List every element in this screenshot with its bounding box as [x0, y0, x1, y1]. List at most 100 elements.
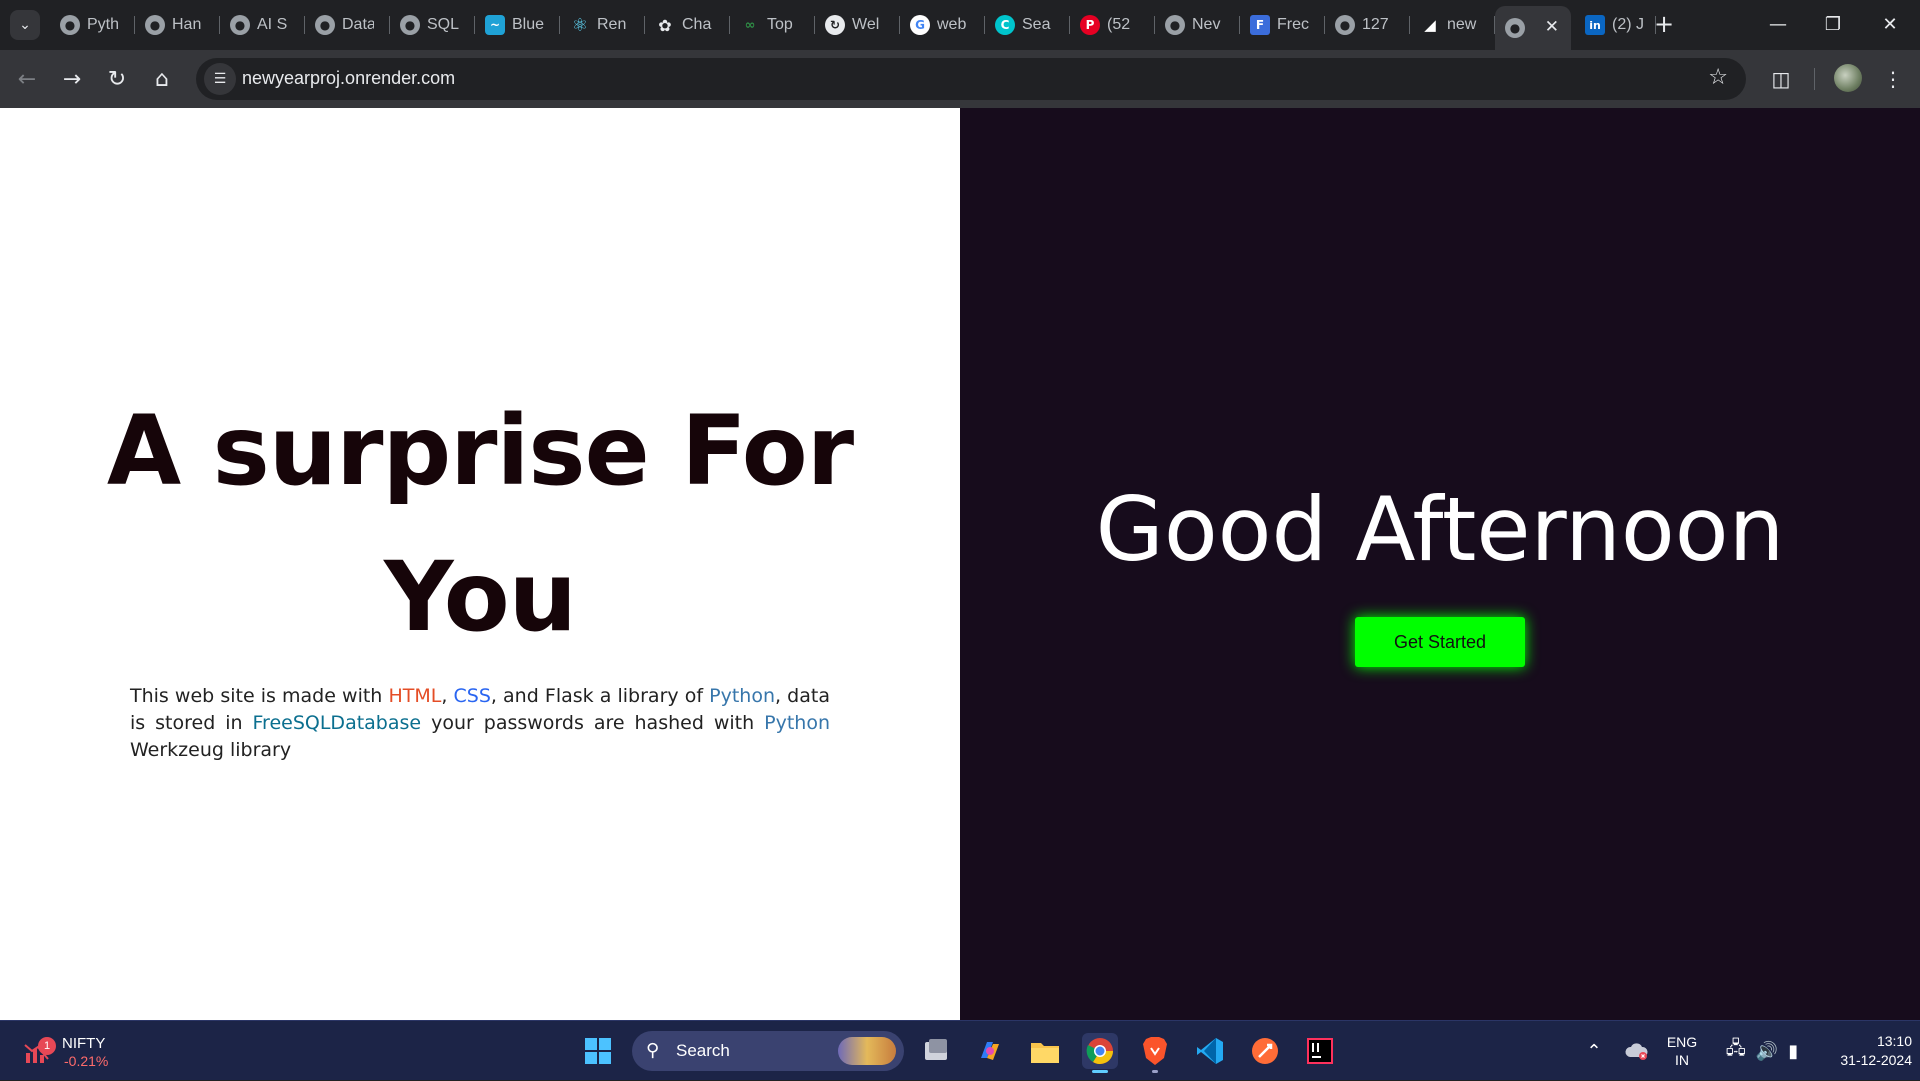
language-code: ENG	[1666, 1034, 1698, 1050]
globe-icon: ●	[1165, 15, 1185, 35]
back-button[interactable]: ←	[10, 62, 44, 96]
minimize-icon: —	[1769, 13, 1787, 35]
description-part: , and Flask a library of	[490, 685, 710, 707]
browser-toolbar: ← → ↻ ⌂ ☰ newyearproj.onrender.com ☆ ◫ ⋮	[0, 50, 1920, 108]
language-indicator[interactable]: ENG IN	[1660, 1021, 1704, 1081]
reload-icon: ↻	[107, 66, 127, 92]
google-icon: G	[910, 15, 930, 35]
search-label: Search	[676, 1041, 730, 1060]
globe-icon: ●	[1335, 15, 1355, 35]
tab[interactable]: ✿ Cha	[645, 6, 730, 44]
description-part: your passwords are hashed with	[421, 712, 765, 734]
home-button[interactable]: ⌂	[145, 62, 179, 96]
menu-button[interactable]: ⋮	[1876, 62, 1910, 96]
task-view-button[interactable]	[918, 1033, 954, 1069]
extensions-button[interactable]: ◫	[1764, 62, 1798, 96]
tab[interactable]: F Frec	[1240, 6, 1325, 44]
notification-badge: 1	[38, 1037, 56, 1055]
arrow-left-icon: ←	[17, 66, 37, 92]
tune-icon: ☰	[213, 71, 227, 87]
new-tab-button[interactable]: +	[1650, 10, 1678, 38]
chevron-up-icon: ⌃	[1586, 1040, 1602, 1061]
pinterest-icon: P	[1080, 15, 1100, 35]
postman-icon	[1252, 1038, 1278, 1064]
home-icon: ⌂	[155, 66, 169, 92]
form-icon: F	[1250, 15, 1270, 35]
taskbar-search[interactable]: ⚲ Search	[632, 1031, 904, 1071]
minimize-button[interactable]: —	[1758, 8, 1798, 40]
clock-date: 31-12-2024	[1840, 1052, 1912, 1068]
bookmark-star-icon[interactable]: ☆	[1708, 65, 1728, 90]
close-icon[interactable]: ✕	[1545, 17, 1559, 37]
close-window-button[interactable]: ✕	[1870, 8, 1910, 40]
toolbar-divider	[1814, 68, 1815, 90]
tab-search-button[interactable]: ⌄	[10, 10, 40, 40]
canva-icon: C	[995, 15, 1015, 35]
linkedin-icon: in	[1585, 15, 1605, 35]
globe-icon: ●	[315, 15, 335, 35]
tab[interactable]: ● AI S	[220, 6, 305, 44]
stock-widget[interactable]: 1 NIFTY -0.21%	[24, 1031, 144, 1071]
description-text: This web site is made with HTML, CSS, an…	[130, 683, 830, 764]
taskbar: 1 NIFTY -0.21% ⚲ Search ⌃ ENG IN 🖧 🔊 ▮ 1…	[0, 1020, 1920, 1080]
start-button[interactable]	[580, 1033, 616, 1069]
tab[interactable]: ● Data	[305, 6, 390, 44]
quick-settings[interactable]: 🖧 🔊 ▮	[1714, 1021, 1810, 1081]
tab[interactable]: ● SQL	[390, 6, 475, 44]
freesqldatabase-link[interactable]: FreeSQLDatabase	[253, 712, 422, 734]
css-link[interactable]: CSS	[454, 685, 491, 707]
onedrive-status[interactable]	[1622, 1021, 1652, 1081]
clock-time: 13:10	[1876, 1033, 1912, 1049]
tab[interactable]: Gweb	[900, 6, 985, 44]
globe-icon: ●	[60, 15, 80, 35]
intellij-button[interactable]	[1302, 1033, 1338, 1069]
greeting-heading: Good Afternoon	[1095, 478, 1785, 581]
tab[interactable]: ● Nev	[1155, 6, 1240, 44]
puzzle-icon: ◫	[1771, 67, 1791, 91]
tab[interactable]: ⚛ Ren	[560, 6, 645, 44]
chrome-icon	[1086, 1038, 1114, 1065]
tab-active[interactable]: ● ✕	[1495, 6, 1571, 50]
file-explorer-button[interactable]	[1027, 1033, 1063, 1069]
brave-icon	[1143, 1037, 1167, 1065]
forward-button[interactable]: →	[55, 62, 89, 96]
html-link[interactable]: HTML	[388, 685, 441, 707]
brave-button[interactable]	[1137, 1033, 1173, 1073]
restore-icon: ❐	[1824, 13, 1842, 35]
address-bar[interactable]: ☰ newyearproj.onrender.com ☆	[196, 58, 1746, 100]
stock-change: -0.21%	[64, 1053, 109, 1069]
show-hidden-icons-button[interactable]: ⌃	[1582, 1021, 1606, 1081]
profile-avatar[interactable]	[1834, 64, 1862, 92]
get-started-button[interactable]: Get Started	[1355, 617, 1525, 667]
python-link[interactable]: Python	[764, 712, 830, 734]
cloud-error-icon	[1625, 1043, 1648, 1060]
postman-button[interactable]	[1247, 1033, 1283, 1069]
geeksforgeeks-icon: ∞	[744, 17, 756, 33]
chrome-button[interactable]	[1082, 1033, 1118, 1073]
vscode-button[interactable]	[1192, 1033, 1228, 1069]
clock[interactable]: 13:10 31-12-2024	[1812, 1021, 1912, 1081]
tab[interactable]: ↻ Wel	[815, 6, 900, 44]
tab[interactable]: ● Pyth	[50, 6, 135, 44]
tab[interactable]: ● 127	[1325, 6, 1410, 44]
chevron-down-icon: ⌄	[19, 17, 31, 33]
vscode-icon	[1197, 1038, 1223, 1064]
tab[interactable]: ~ Blue	[475, 6, 560, 44]
reload-button[interactable]: ↻	[100, 62, 134, 96]
page-headline: A surprise For You	[106, 395, 854, 653]
tab[interactable]: in (2) J	[1571, 6, 1656, 44]
windows-start-icon	[585, 1038, 611, 1064]
tab[interactable]: ● Han	[135, 6, 220, 44]
restore-button[interactable]: ❐	[1813, 8, 1853, 40]
tab[interactable]: ∞ Top	[730, 6, 815, 44]
globe-icon: ●	[230, 15, 250, 35]
battery-icon: ▮	[1788, 1040, 1799, 1061]
tab[interactable]: P (52	[1070, 6, 1155, 44]
tab[interactable]: C Sea	[985, 6, 1070, 44]
copilot-button[interactable]	[972, 1033, 1008, 1069]
globe-icon: ●	[1505, 18, 1525, 38]
tab[interactable]: ◢ new	[1410, 6, 1495, 44]
site-info-button[interactable]: ☰	[204, 63, 236, 95]
url-text[interactable]: newyearproj.onrender.com	[242, 68, 455, 89]
python-link[interactable]: Python	[709, 685, 775, 707]
